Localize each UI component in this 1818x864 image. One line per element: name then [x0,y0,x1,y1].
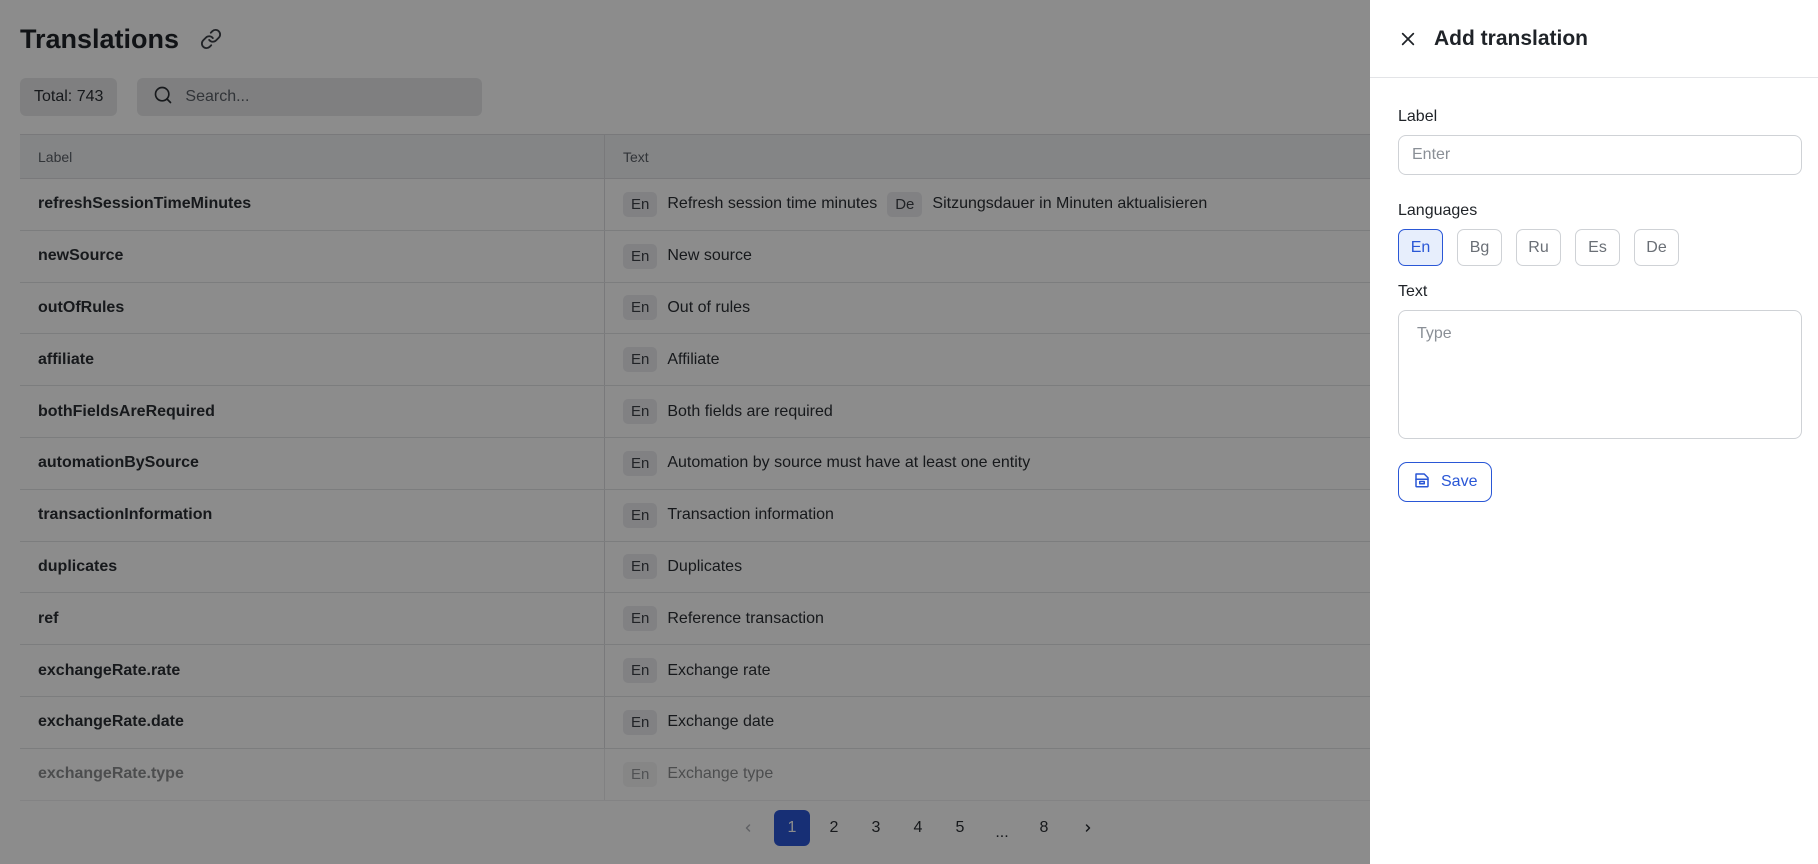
drawer-body: Label Languages En Bg Ru Es De Text Save [1370,78,1818,502]
save-button-label: Save [1441,473,1478,490]
text-field-label: Text [1398,283,1428,300]
language-option-en[interactable]: En [1398,229,1443,266]
text-input[interactable] [1398,310,1802,439]
languages-label: Languages [1398,202,1478,219]
close-icon[interactable] [1398,29,1418,49]
save-icon [1413,471,1431,494]
label-field-label: Label [1398,108,1438,125]
save-button[interactable]: Save [1398,462,1493,502]
drawer-title: Add translation [1434,26,1589,50]
label-input[interactable] [1398,135,1802,175]
add-translation-drawer: Add translation Label Languages En Bg Ru Es… [1370,0,1818,864]
language-option-ru[interactable]: Ru [1516,229,1561,266]
language-option-es[interactable]: Es [1575,229,1620,266]
language-selector: En Bg Ru Es De [1398,229,1802,266]
language-option-de[interactable]: De [1634,229,1679,266]
drawer-header: Add translation [1370,0,1818,78]
language-option-bg[interactable]: Bg [1457,229,1502,266]
